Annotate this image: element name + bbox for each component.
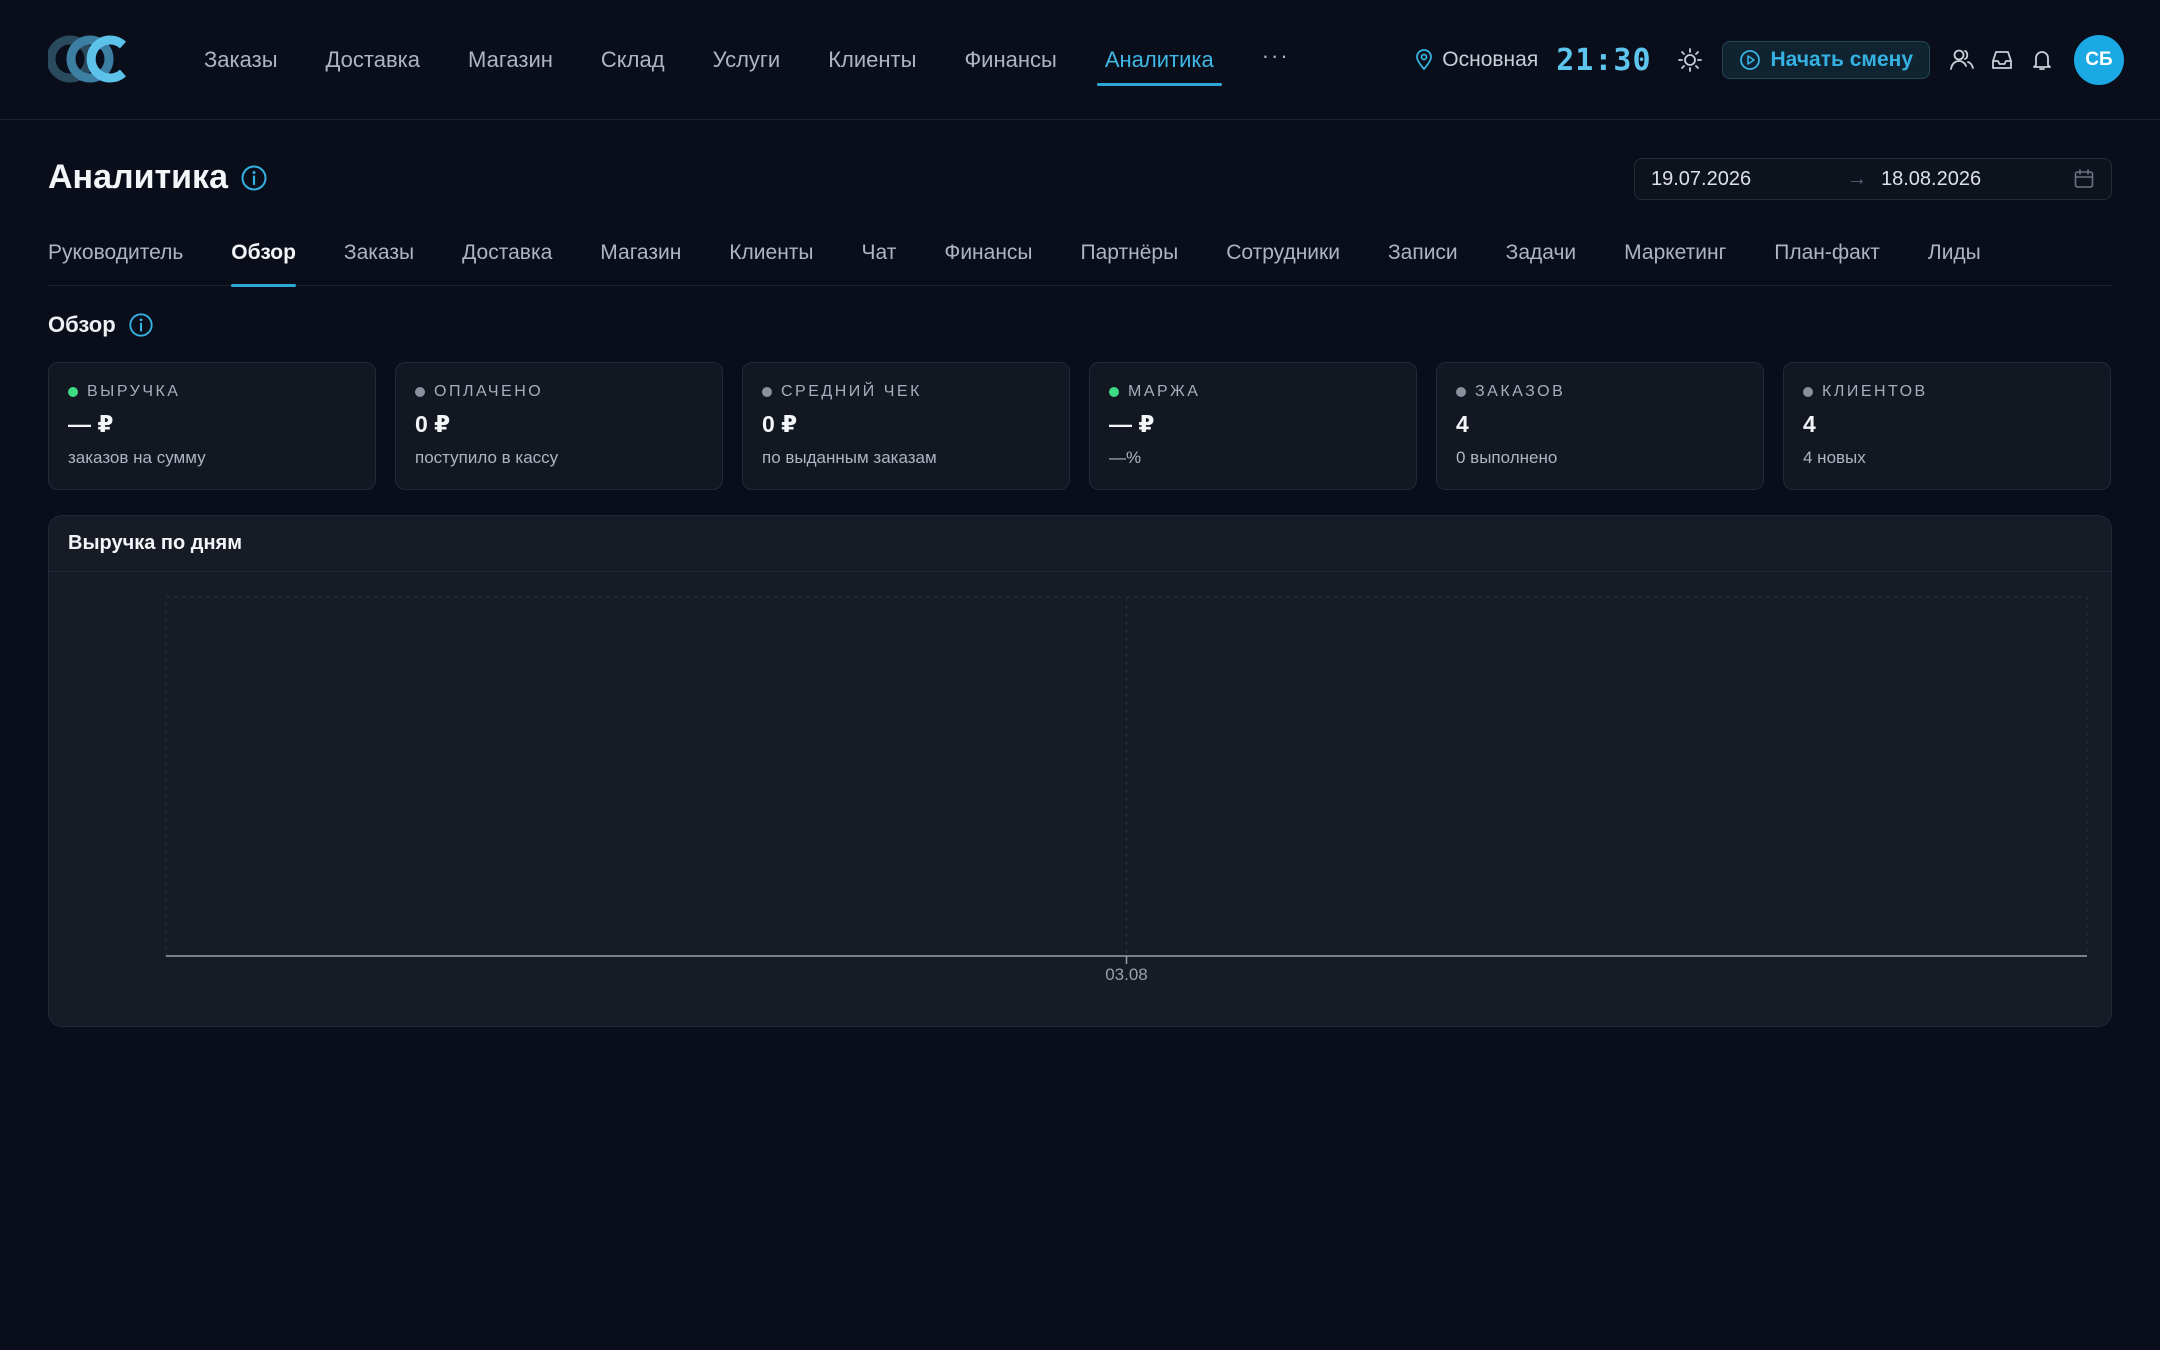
section-title: Обзор	[48, 312, 116, 337]
analytics-tabs: Руководитель Обзор Заказы Доставка Магазин Кл…	[48, 226, 2112, 287]
location-selector[interactable]: Основная	[1414, 48, 1538, 72]
kpi-subtext: —%	[1109, 448, 1142, 467]
kpi-value: 0 ₽	[415, 411, 451, 437]
users-icon	[1950, 49, 1974, 70]
tab-item[interactable]: Руководитель	[48, 226, 183, 286]
tab-item[interactable]: Чат	[862, 226, 897, 286]
tab-item[interactable]: Обзор	[231, 226, 296, 287]
chart-title: Выручка по дням	[49, 516, 2111, 572]
date-to-input[interactable]: 18.08.2026	[1881, 168, 2073, 191]
tab-item[interactable]: Доставка	[462, 226, 552, 286]
kpi-label: КЛИЕНТОВ	[1822, 383, 1928, 400]
notifications-button[interactable]	[2022, 40, 2062, 80]
kpi-label: МАРЖА	[1128, 383, 1201, 400]
date-from-input[interactable]: 19.07.2026	[1651, 168, 1847, 191]
bell-icon	[2033, 51, 2051, 70]
kpi-subtext: 4 новых	[1803, 448, 1866, 467]
main-nav: Заказы Доставка Магазин Склад Услуги Клиенты Ф…	[180, 0, 1314, 120]
nav-item[interactable]: Доставка	[302, 0, 444, 120]
revenue-chart: 03.08	[165, 596, 2088, 984]
tab-item[interactable]: Сотрудники	[1226, 226, 1340, 286]
status-dot	[1109, 387, 1119, 397]
kpi-label-row: ЗАКАЗОВ	[1456, 383, 1744, 401]
kpi-card[interactable]: ЗАКАЗОВ 4 0 выполнено	[1436, 362, 1764, 490]
kpi-value: — ₽	[68, 411, 114, 437]
location-label: Основная	[1442, 48, 1539, 71]
inbox-button[interactable]	[1982, 40, 2022, 80]
sun-icon	[1677, 48, 1702, 72]
kpi-label: ЗАКАЗОВ	[1475, 383, 1566, 400]
kpi-card[interactable]: ОПЛАЧЕНО 0 ₽ поступило в кассу	[395, 362, 723, 490]
kpi-value: 0 ₽	[762, 411, 798, 437]
kpi-label-row: ОПЛАЧЕНО	[415, 383, 703, 401]
nav-item[interactable]: Клиенты	[804, 0, 940, 120]
tab-item[interactable]: Маркетинг	[1624, 226, 1726, 286]
start-shift-label: Начать смену	[1770, 48, 1913, 71]
kpi-cards: ВЫРУЧКА — ₽ заказов на сумму ОПЛАЧЕНО 0 ₽ пос…	[48, 362, 2112, 490]
nav-item[interactable]: Склад	[577, 0, 689, 120]
status-dot	[415, 387, 425, 397]
kpi-label: ВЫРУЧКА	[87, 383, 181, 400]
kpi-value: 4	[1803, 411, 1816, 437]
clock: 21:30	[1556, 42, 1652, 78]
date-range-picker[interactable]: 19.07.2026 → 18.08.2026	[1634, 158, 2112, 200]
kpi-card[interactable]: ВЫРУЧКА — ₽ заказов на сумму	[48, 362, 376, 490]
kpi-subtext: поступило в кассу	[415, 448, 559, 467]
map-pin-icon	[1416, 49, 1433, 71]
kpi-subtext: по выданным заказам	[762, 448, 937, 467]
kpi-label-row: КЛИЕНТОВ	[1803, 383, 2091, 401]
revenue-chart-panel: Выручка по дням 03.08	[48, 515, 2112, 1027]
page-header: Аналитика	[48, 158, 268, 197]
nav-item[interactable]: Аналитика	[1081, 0, 1238, 120]
play-circle-icon	[1739, 50, 1760, 70]
logo[interactable]	[48, 34, 134, 84]
tab-item[interactable]: Задачи	[1506, 226, 1577, 286]
kpi-label-row: СРЕДНИЙ ЧЕК	[762, 383, 1050, 401]
kpi-label: СРЕДНИЙ ЧЕК	[781, 383, 922, 400]
kpi-card[interactable]: МАРЖА — ₽ —%	[1089, 362, 1417, 490]
inbox-icon	[1992, 51, 2012, 69]
avatar[interactable]: СБ	[2074, 35, 2124, 85]
kpi-card[interactable]: КЛИЕНТОВ 4 4 новых	[1783, 362, 2111, 490]
top-right-controls: Основная 21:30 Начать смену СБ	[1414, 0, 2124, 120]
kpi-card[interactable]: СРЕДНИЙ ЧЕК 0 ₽ по выданным заказам	[742, 362, 1070, 490]
calendar-icon[interactable]	[2073, 168, 2095, 190]
kpi-subtext: заказов на сумму	[68, 448, 206, 467]
kpi-label-row: ВЫРУЧКА	[68, 383, 356, 401]
tab-item[interactable]: Заказы	[344, 226, 414, 286]
tab-item[interactable]: Клиенты	[729, 226, 813, 286]
kpi-value: — ₽	[1109, 411, 1155, 437]
status-dot	[68, 387, 78, 397]
status-dot	[1456, 387, 1466, 397]
tab-item[interactable]: Магазин	[600, 226, 681, 286]
nav-item[interactable]: Финансы	[940, 0, 1080, 120]
nav-item[interactable]: Услуги	[689, 0, 805, 120]
page-title: Аналитика	[48, 158, 228, 196]
theme-toggle[interactable]	[1670, 40, 1710, 80]
tab-item[interactable]: Записи	[1388, 226, 1458, 286]
nav-item[interactable]: Магазин	[444, 0, 577, 120]
top-bar: Заказы Доставка Магазин Склад Услуги Клиенты Ф…	[0, 0, 2160, 120]
nav-item[interactable]: Заказы	[180, 0, 302, 120]
kpi-label: ОПЛАЧЕНО	[434, 383, 544, 400]
tab-item[interactable]: Партнёры	[1081, 226, 1179, 286]
tab-item[interactable]: Финансы	[944, 226, 1032, 286]
users-button[interactable]	[1942, 40, 1982, 80]
x-tick-label: 03.08	[1105, 965, 1148, 984]
more-menu-button[interactable]: ···	[1238, 0, 1314, 120]
status-dot	[1803, 387, 1813, 397]
status-dot	[762, 387, 772, 397]
tab-item[interactable]: План-факт	[1774, 226, 1880, 286]
kpi-value: 4	[1456, 411, 1469, 437]
arrow-right-icon: →	[1847, 167, 1867, 190]
kpi-subtext: 0 выполнено	[1456, 448, 1558, 467]
tab-item[interactable]: Лиды	[1928, 226, 1981, 286]
info-icon[interactable]	[240, 164, 268, 192]
start-shift-button[interactable]: Начать смену	[1721, 41, 1930, 79]
kpi-label-row: МАРЖА	[1109, 383, 1397, 401]
section-header: Обзор	[48, 312, 154, 338]
info-icon[interactable]	[128, 312, 154, 338]
